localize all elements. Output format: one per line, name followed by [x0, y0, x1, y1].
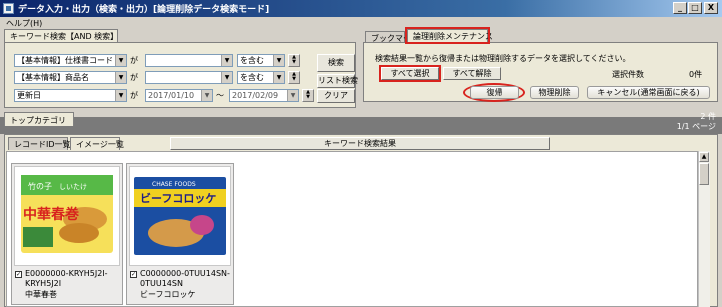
app-icon: [3, 3, 14, 14]
field-select-2[interactable]: 【基本情報】商品名 ▼: [14, 71, 127, 84]
value-select-2[interactable]: ▼: [145, 71, 233, 84]
ga-label-3: が: [130, 91, 138, 100]
calendar-dropdown-icon: ▼: [201, 90, 212, 101]
operator-select-2-text: を含む: [240, 73, 264, 82]
operator-select-1[interactable]: を含む ▼: [237, 54, 285, 67]
result-1-checkbox[interactable]: ✓: [15, 271, 22, 278]
tab-logical-delete-maintenance[interactable]: 論理削除メンテナンス: [405, 27, 493, 44]
product-2-title: ビーフコロッケ: [140, 191, 216, 205]
chevron-down-icon: ▼: [221, 55, 232, 66]
result-2-code-line2: 0TUU14SN: [140, 279, 183, 288]
scroll-up-icon[interactable]: ▲: [699, 152, 709, 162]
calendar-dropdown-icon: ▼: [287, 90, 298, 101]
category-band: [0, 117, 722, 134]
chevron-down-icon: ▼: [115, 72, 126, 83]
product-1-badge-text-2: しいたけ: [59, 183, 87, 191]
date-field-select[interactable]: 更新日 ▼: [14, 89, 127, 102]
chevron-down-icon: ▼: [273, 72, 284, 83]
result-1-code-line1: E0000000-KRYH5J2I-: [25, 269, 108, 278]
tab-image-list[interactable]: イメージ一覧: [70, 137, 124, 150]
window-title: データ入力・出力（検索・出力）[論理削除データ検索モード]: [18, 5, 270, 15]
tab-top-category[interactable]: トップカテゴリ: [4, 112, 74, 126]
field-select-1[interactable]: 【基本情報】仕様書コード ▼: [14, 54, 127, 67]
result-2-checkbox[interactable]: ✓: [130, 271, 137, 278]
select-all-button[interactable]: すべて選択: [379, 65, 441, 82]
tilde-label: ～: [216, 91, 224, 100]
deselect-all-button[interactable]: すべて解除: [443, 67, 501, 80]
chevron-down-icon: ▼: [115, 90, 126, 101]
date-field-select-text: 更新日: [17, 91, 41, 100]
chevron-down-icon: ▼: [273, 55, 284, 66]
tab-record-id-list[interactable]: レコードID一覧: [8, 137, 71, 150]
product-2-brand: CHASE FOODS: [152, 181, 196, 188]
tab-keyword-search[interactable]: キーワード検索【AND 検索】: [4, 29, 118, 42]
field-select-2-value: 【基本情報】商品名: [17, 73, 89, 82]
result-1-code-line2: KRYH5J2I: [25, 279, 62, 288]
maintenance-instruction: 検索結果一覧から復帰または物理削除するデータを選択してください。: [375, 54, 631, 63]
product-image-1[interactable]: 竹の子 しいたけ 中華春巻: [14, 166, 120, 266]
page-indicator: 1/1 ページ: [676, 122, 716, 131]
operator-select-1-text: を含む: [240, 56, 264, 65]
ga-label-1: が: [130, 56, 138, 65]
selected-count-value: 0件: [689, 70, 703, 79]
result-1-name: 中華春巻: [25, 290, 57, 299]
menu-help[interactable]: ヘルプ(H): [6, 18, 42, 29]
row-1-spin[interactable]: ▲ ▼: [288, 54, 300, 67]
product-1-title: 中華春巻: [23, 206, 79, 223]
physical-delete-button[interactable]: 物理削除: [530, 86, 579, 99]
product-1-badge-text: 竹の子: [28, 181, 52, 191]
date-to-text: 2017/02/09: [232, 91, 279, 100]
clear-button[interactable]: クリア: [317, 89, 355, 103]
search-button[interactable]: 検索: [317, 54, 355, 72]
results-header: キーワード検索結果: [170, 137, 550, 150]
date-from-text: 2017/01/10: [148, 91, 195, 100]
menu-bar: [0, 17, 722, 29]
scroll-thumb[interactable]: [699, 163, 709, 185]
restore-button[interactable]: 復帰: [470, 86, 519, 99]
maximize-button[interactable]: □: [688, 2, 702, 14]
close-button[interactable]: X: [704, 2, 718, 14]
beef-croquette-package-image: CHASE FOODS ビーフコロッケ: [130, 167, 230, 265]
field-select-1-value: 【基本情報】仕様書コード: [17, 56, 113, 65]
chevron-down-icon: ▼: [221, 72, 232, 83]
cancel-button[interactable]: キャンセル(通常画面に戻る): [587, 86, 710, 99]
value-select-1[interactable]: ▼: [145, 54, 233, 67]
selected-count-label: 選択件数: [612, 70, 644, 79]
operator-select-2[interactable]: を含む ▼: [237, 71, 285, 84]
chevron-down-icon: ▼: [115, 55, 126, 66]
row-2-spin[interactable]: ▲ ▼: [288, 71, 300, 84]
minimize-button[interactable]: _: [673, 2, 687, 14]
result-2-name: ビーフコロッケ: [140, 290, 196, 299]
list-search-button[interactable]: リスト検索: [317, 74, 358, 88]
product-image-2[interactable]: CHASE FOODS ビーフコロッケ: [129, 166, 231, 266]
result-2-code-line1: C0000000-0TUU14SN-: [140, 269, 230, 278]
ga-label-2: が: [130, 73, 138, 82]
spring-roll-package-image: 竹の子 しいたけ 中華春巻: [15, 167, 119, 265]
date-to-input[interactable]: 2017/02/09 ▼: [229, 89, 299, 102]
date-from-input[interactable]: 2017/01/10 ▼: [145, 89, 213, 102]
row-3-spin[interactable]: ▲ ▼: [302, 89, 314, 102]
